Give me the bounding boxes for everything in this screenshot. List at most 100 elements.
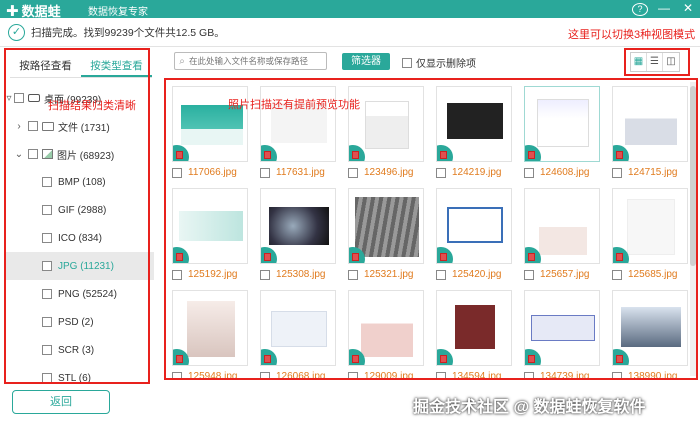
scrollbar-thumb[interactable] <box>690 86 696 266</box>
tab-by-path[interactable]: 按路径查看 <box>10 56 81 77</box>
file-thumbnail[interactable] <box>348 188 424 264</box>
checkbox[interactable] <box>42 205 52 215</box>
file-checkbox[interactable] <box>524 269 534 280</box>
file-card[interactable]: 134594.jpg <box>436 290 522 380</box>
file-label: 124715.jpg <box>612 167 678 178</box>
close-button[interactable]: ✕ <box>680 1 696 16</box>
back-button[interactable]: 返回 <box>12 390 110 414</box>
file-checkbox[interactable] <box>348 167 358 178</box>
file-card[interactable]: 123496.jpg <box>348 86 434 184</box>
file-checkbox[interactable] <box>612 269 622 280</box>
file-card[interactable]: 125308.jpg <box>260 188 346 286</box>
chevron-down-icon[interactable]: ▿ <box>4 93 14 104</box>
checkbox[interactable] <box>42 177 52 187</box>
help-button[interactable]: ? <box>632 1 648 16</box>
tree-item-documents[interactable]: › 文件 (1731) <box>4 112 154 140</box>
file-thumbnail[interactable] <box>436 86 512 162</box>
search-input[interactable] <box>189 56 309 66</box>
file-checkbox[interactable] <box>172 167 182 178</box>
file-thumbnail[interactable] <box>612 290 688 366</box>
tab-by-type[interactable]: 按类型查看 <box>81 56 152 77</box>
file-name: 125948.jpg <box>188 371 238 380</box>
detail-view-icon[interactable]: ◫ <box>663 53 679 71</box>
tree-item-gif[interactable]: GIF (2988) <box>4 196 154 224</box>
file-card[interactable]: 124219.jpg <box>436 86 522 184</box>
grid-view-icon[interactable]: ▦ <box>631 53 647 71</box>
file-checkbox[interactable] <box>436 167 446 178</box>
file-thumbnail[interactable] <box>612 86 688 162</box>
list-view-icon[interactable]: ☰ <box>647 53 663 71</box>
tree-item-stl[interactable]: STL (6) <box>4 364 154 392</box>
file-thumbnail[interactable] <box>260 188 336 264</box>
file-name: 123496.jpg <box>364 167 414 178</box>
file-card[interactable]: 124715.jpg <box>612 86 698 184</box>
file-thumbnail[interactable] <box>524 290 600 366</box>
checkbox[interactable] <box>42 317 52 327</box>
scrollbar[interactable] <box>690 82 696 376</box>
file-card[interactable]: 126068.jpg <box>260 290 346 380</box>
tree-item-ico[interactable]: ICO (834) <box>4 224 154 252</box>
file-card[interactable]: 125420.jpg <box>436 188 522 286</box>
file-checkbox[interactable] <box>436 269 446 280</box>
tree-item-psd[interactable]: PSD (2) <box>4 308 154 336</box>
file-checkbox[interactable] <box>172 269 182 280</box>
filter-button[interactable]: 筛选器 <box>342 53 390 70</box>
file-checkbox[interactable] <box>260 167 270 178</box>
checkbox[interactable] <box>28 121 38 131</box>
tree-item-label: ICO (834) <box>58 232 102 244</box>
file-thumbnail[interactable] <box>348 290 424 366</box>
file-card[interactable]: 125948.jpg <box>172 290 258 380</box>
file-card[interactable]: 125321.jpg <box>348 188 434 286</box>
file-name: 124608.jpg <box>540 167 590 178</box>
file-checkbox[interactable] <box>348 269 358 280</box>
only-deleted-toggle[interactable]: 仅显示删除项 <box>402 55 476 70</box>
checkbox[interactable] <box>42 345 52 355</box>
thumbnail-image <box>269 207 329 245</box>
checkbox[interactable] <box>14 93 24 103</box>
file-checkbox[interactable] <box>524 167 534 178</box>
tree-item-jpg[interactable]: JPG (11231) <box>4 252 154 280</box>
file-thumbnail[interactable] <box>524 188 600 264</box>
file-thumbnail[interactable] <box>612 188 688 264</box>
tree-item-png[interactable]: PNG (52524) <box>4 280 154 308</box>
file-thumbnail[interactable] <box>436 290 512 366</box>
file-checkbox[interactable] <box>612 371 622 380</box>
file-card[interactable]: 125192.jpg <box>172 188 258 286</box>
file-card[interactable]: 129009.jpg <box>348 290 434 380</box>
file-name: 125192.jpg <box>188 269 238 280</box>
file-card[interactable]: 134739.jpg <box>524 290 610 380</box>
tree-item-scr[interactable]: SCR (3) <box>4 336 154 364</box>
checkbox[interactable] <box>42 373 52 383</box>
file-card[interactable]: 125685.jpg <box>612 188 698 286</box>
file-checkbox[interactable] <box>348 371 358 380</box>
file-checkbox[interactable] <box>260 269 270 280</box>
file-checkbox[interactable] <box>612 167 622 178</box>
file-checkbox[interactable] <box>172 371 182 380</box>
file-card[interactable]: 138990.jpg <box>612 290 698 380</box>
tree-item-label: GIF (2988) <box>58 204 107 216</box>
tree-item-pictures[interactable]: ⌄ 图片 (68923) <box>4 140 154 168</box>
checkbox[interactable] <box>42 233 52 243</box>
search-box[interactable]: ⌕ <box>174 52 327 70</box>
minimize-button[interactable]: — <box>656 1 672 16</box>
file-name: 126068.jpg <box>276 371 326 380</box>
checkbox[interactable] <box>28 149 38 159</box>
file-checkbox[interactable] <box>260 371 270 380</box>
file-name: 117066.jpg <box>188 167 237 178</box>
file-card[interactable]: 124608.jpg <box>524 86 610 184</box>
file-card[interactable]: 125657.jpg <box>524 188 610 286</box>
file-checkbox[interactable] <box>436 371 446 380</box>
file-checkbox[interactable] <box>524 371 534 380</box>
file-thumbnail[interactable] <box>172 188 248 264</box>
deleted-badge-icon <box>437 145 453 161</box>
tree-item-bmp[interactable]: BMP (108) <box>4 168 154 196</box>
file-thumbnail[interactable] <box>172 290 248 366</box>
checkbox[interactable] <box>402 57 412 68</box>
file-thumbnail[interactable] <box>436 188 512 264</box>
file-thumbnail[interactable] <box>260 290 336 366</box>
chevron-right-icon[interactable]: › <box>14 121 24 132</box>
file-thumbnail[interactable] <box>524 86 600 162</box>
chevron-down-icon[interactable]: ⌄ <box>14 149 24 160</box>
checkbox[interactable] <box>42 289 52 299</box>
checkbox[interactable] <box>42 261 52 271</box>
